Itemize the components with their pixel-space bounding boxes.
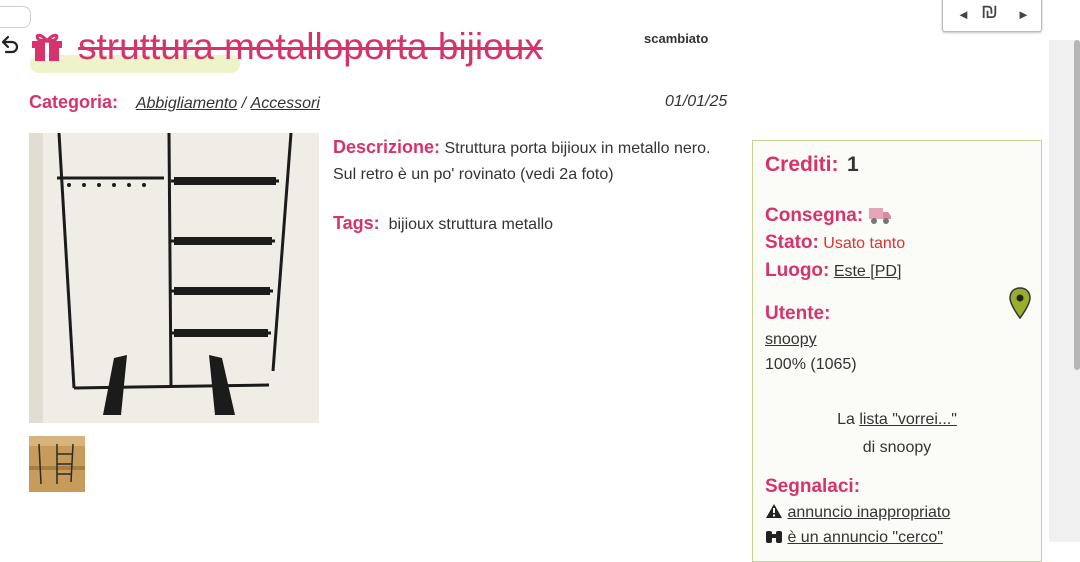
condition-label: Stato: <box>765 232 819 253</box>
delivery-row: Consegna: <box>765 205 892 227</box>
user-rating-row: 100% (1065) <box>765 356 857 374</box>
description-block: Descrizione: Struttura porta bijioux in … <box>333 134 713 188</box>
tags-label: Tags: <box>333 213 380 233</box>
listing-date: 01/01/25 <box>665 93 728 110</box>
category-row: Categoria: Abbigliamento / Accessori <box>29 92 320 113</box>
user-name-link[interactable]: snoopy <box>765 331 817 348</box>
map-pin-icon[interactable] <box>1009 287 1031 319</box>
jewelry-stand-illustration <box>29 133 319 423</box>
report-label-row: Segnalaci: <box>765 476 860 498</box>
currency-icon[interactable]: ₪ <box>981 1 998 24</box>
category-sub-link[interactable]: Accessori <box>251 95 320 112</box>
user-label: Utente: <box>765 303 831 324</box>
category-main-link[interactable]: Abbigliamento <box>136 95 237 112</box>
report-label: Segnalaci: <box>765 476 861 497</box>
wishlist-suffix: di snoopy <box>862 439 932 456</box>
report-inappropriate-link[interactable]: annuncio inappropriato <box>787 504 950 521</box>
condition-value: Usato tanto <box>823 235 906 252</box>
condition-row: Stato: Usato tanto <box>765 232 905 254</box>
user-rating: 100% (1065) <box>765 356 857 373</box>
prev-arrow-icon[interactable]: ◄ <box>957 7 970 22</box>
status-badge: scambiato <box>644 31 709 46</box>
location-label: Luogo: <box>765 260 830 281</box>
next-arrow-icon[interactable]: ► <box>1017 7 1030 22</box>
report-wanted-row[interactable]: è un annuncio "cerco" <box>765 528 943 547</box>
credits-row: Crediti: 1 <box>765 153 859 177</box>
warning-icon <box>766 504 782 518</box>
credits-value: 1 <box>846 153 859 176</box>
main-photo[interactable] <box>29 133 319 423</box>
tab-stub[interactable] <box>0 6 31 28</box>
report-wanted-link[interactable]: è un annuncio "cerco" <box>787 529 942 546</box>
tags-text: bijioux struttura metallo <box>388 216 554 233</box>
category-label: Categoria: <box>29 92 119 112</box>
delivery-label: Consegna: <box>765 205 864 226</box>
truck-icon <box>868 208 891 224</box>
user-label-row: Utente: <box>765 303 830 325</box>
location-link[interactable]: Este [PD] <box>834 263 902 280</box>
photo-thumbnail[interactable] <box>29 436 85 492</box>
listing-nav: ◄ ₪ ► <box>942 0 1042 32</box>
user-name-row: snoopy <box>765 331 817 349</box>
listing-sidebar: Crediti: 1 Consegna: Stato: Usato tanto … <box>752 140 1042 562</box>
tags-block: Tags: bijioux struttura metallo <box>333 213 553 234</box>
back-arrow-icon[interactable] <box>0 34 20 54</box>
description-label: Descrizione: <box>333 137 441 157</box>
wishlist-block: La lista "vorrei..." di snoopy <box>753 406 1041 462</box>
scrollbar-thumb[interactable] <box>1074 40 1080 370</box>
category-separator: / <box>241 95 247 112</box>
report-inappropriate-row[interactable]: annuncio inappropriato <box>765 503 950 522</box>
thumbnail-image <box>29 436 85 492</box>
credits-label: Crediti: <box>765 153 839 176</box>
listing-title: struttura metalloporta bijioux <box>78 26 543 67</box>
wishlist-link[interactable]: lista "vorrei..." <box>859 411 957 428</box>
wishlist-prefix: La <box>837 411 860 428</box>
location-row: Luogo: Este [PD] <box>765 260 901 282</box>
gift-icon <box>32 33 62 61</box>
